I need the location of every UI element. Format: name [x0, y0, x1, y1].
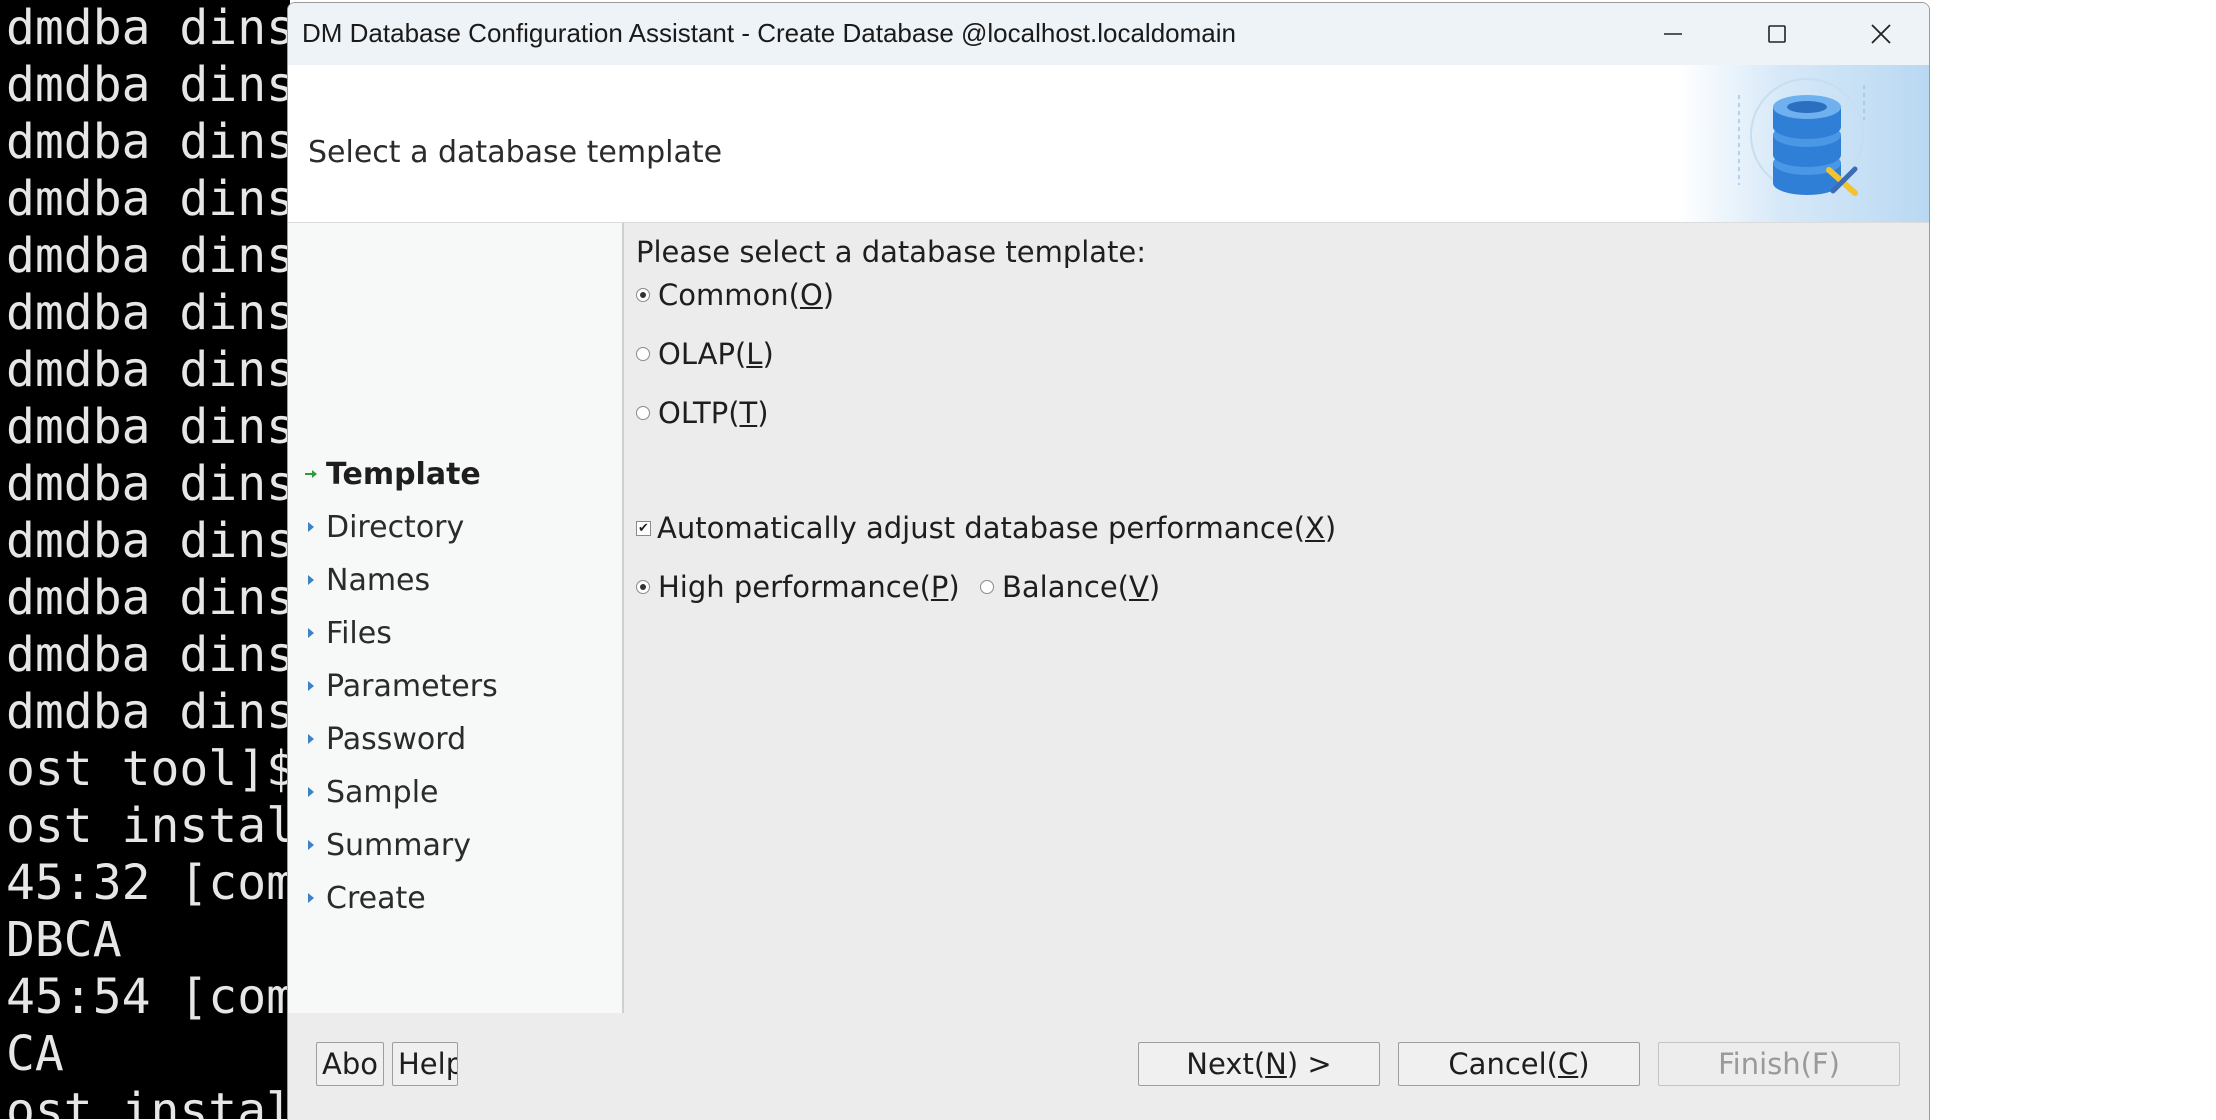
close-icon	[1871, 24, 1891, 44]
radio-balance[interactable]: Balance(V)	[980, 570, 1160, 604]
terminal-line: ost tool]$	[6, 741, 290, 797]
checkbox-checked[interactable]: ✔	[636, 520, 651, 536]
nav-step-label: Parameters	[326, 668, 498, 704]
radio-oltp[interactable]: OLTP(T)	[636, 396, 769, 430]
nav-step-label: Directory	[326, 509, 465, 545]
nav-step-create[interactable]: Create	[304, 878, 426, 918]
nav-step-summary[interactable]: Summary	[304, 825, 471, 865]
terminal-line: dmdba dins	[6, 114, 290, 170]
wizard-header: Select a database template	[288, 65, 1929, 223]
radio-label: OLAP(L)	[658, 337, 774, 371]
radio-label: OLTP(T)	[658, 396, 769, 430]
radio-label: Balance(V)	[1002, 570, 1161, 604]
maximize-button[interactable]	[1725, 3, 1829, 65]
terminal-line: dmdba dins	[6, 228, 290, 284]
wizard-steps-sidebar: Template Directory Names Files Parameters Pa…	[288, 223, 624, 1013]
database-icon	[1738, 78, 1865, 196]
triangle-right-icon	[304, 520, 318, 534]
terminal-window: dmdba dins dmdba dins dmdba dins dmdba d…	[0, 0, 290, 1119]
template-prompt: Please select a database template:	[636, 235, 1147, 269]
close-button[interactable]	[1829, 3, 1929, 65]
dbca-dialog: DM Database Configuration Assistant - Cr…	[287, 2, 1930, 1120]
nav-step-template[interactable]: Template	[304, 454, 481, 494]
nav-step-label: Template	[326, 456, 481, 492]
next-button[interactable]: Next(N) >	[1138, 1042, 1380, 1086]
nav-step-parameters[interactable]: Parameters	[304, 666, 498, 706]
checkbox-label: Automatically adjust database performanc…	[657, 511, 1337, 545]
window-title: DM Database Configuration Assistant - Cr…	[302, 18, 1236, 48]
triangle-right-icon	[304, 891, 318, 905]
nav-step-directory[interactable]: Directory	[304, 507, 464, 547]
terminal-line: dmdba dins	[6, 57, 290, 113]
terminal-line: dmdba dins	[6, 399, 290, 455]
arrow-right-icon	[304, 467, 318, 481]
terminal-line: DBCA	[6, 912, 122, 968]
nav-step-label: Names	[326, 562, 431, 598]
template-panel: Please select a database template: Commo…	[624, 223, 1929, 1013]
terminal-line: dmdba dins	[6, 684, 290, 740]
terminal-line: 45:32 [com	[6, 855, 290, 911]
nav-step-files[interactable]: Files	[304, 613, 392, 653]
cancel-button[interactable]: Cancel(C)	[1398, 1042, 1640, 1086]
maximize-icon	[1768, 25, 1786, 43]
button-label-suffix: ) >	[1286, 1047, 1332, 1081]
radio-label: Common(O)	[658, 278, 835, 312]
radio-button[interactable]	[636, 406, 650, 420]
terminal-line: dmdba dins	[6, 342, 290, 398]
terminal-line: CA	[6, 1026, 64, 1082]
nav-step-password[interactable]: Password	[304, 719, 466, 759]
terminal-line: dmdba dins	[6, 285, 290, 341]
triangle-right-icon	[304, 732, 318, 746]
radio-common[interactable]: Common(O)	[636, 278, 834, 312]
radio-button[interactable]	[636, 347, 650, 361]
auto-adjust-checkbox[interactable]: ✔ Automatically adjust database performa…	[636, 511, 1336, 545]
nav-step-label: Summary	[326, 827, 471, 863]
about-button[interactable]: Abo	[316, 1042, 384, 1086]
radio-olap[interactable]: OLAP(L)	[636, 337, 774, 371]
button-label: Cancel(	[1448, 1047, 1558, 1081]
minimize-icon	[1664, 33, 1682, 35]
wizard-footer: Abo Help Next(N) > Cancel(C) Finish(F)	[288, 1013, 1929, 1120]
terminal-line: dmdba dins	[6, 627, 290, 683]
radio-high-performance[interactable]: High performance(P)	[636, 570, 960, 604]
nav-step-label: Create	[326, 880, 426, 916]
button-mnemonic: C	[1557, 1047, 1579, 1081]
nav-step-names[interactable]: Names	[304, 560, 430, 600]
title-bar[interactable]: DM Database Configuration Assistant - Cr…	[288, 3, 1929, 65]
terminal-line: dmdba dins	[6, 0, 290, 56]
nav-step-sample[interactable]: Sample	[304, 772, 439, 812]
button-label-suffix: )	[1578, 1047, 1590, 1081]
terminal-line: ost install	[6, 1083, 290, 1119]
header-banner	[1679, 65, 1929, 222]
triangle-right-icon	[304, 785, 318, 799]
help-button[interactable]: Help	[392, 1042, 458, 1086]
minimize-button[interactable]	[1621, 3, 1725, 65]
radio-label: High performance(P)	[658, 570, 960, 604]
button-label: Next(	[1186, 1047, 1266, 1081]
terminal-line: dmdba dins	[6, 456, 290, 512]
radio-button-selected[interactable]	[636, 580, 650, 594]
nav-step-label: Sample	[326, 774, 439, 810]
triangle-right-icon	[304, 573, 318, 587]
radio-button[interactable]	[980, 580, 994, 594]
terminal-line: ost install	[6, 798, 290, 854]
nav-step-label: Password	[326, 721, 467, 757]
terminal-line: dmdba dins	[6, 171, 290, 227]
terminal-line: 45:54 [com	[6, 969, 290, 1025]
triangle-right-icon	[304, 838, 318, 852]
finish-button[interactable]: Finish(F)	[1658, 1042, 1900, 1086]
page-title: Select a database template	[308, 135, 723, 170]
nav-step-label: Files	[326, 615, 392, 651]
terminal-line: dmdba dins	[6, 570, 290, 626]
button-mnemonic: N	[1265, 1047, 1287, 1081]
terminal-line: dmdba dins	[6, 513, 290, 569]
radio-button-selected[interactable]	[636, 288, 650, 302]
triangle-right-icon	[304, 679, 318, 693]
triangle-right-icon	[304, 626, 318, 640]
